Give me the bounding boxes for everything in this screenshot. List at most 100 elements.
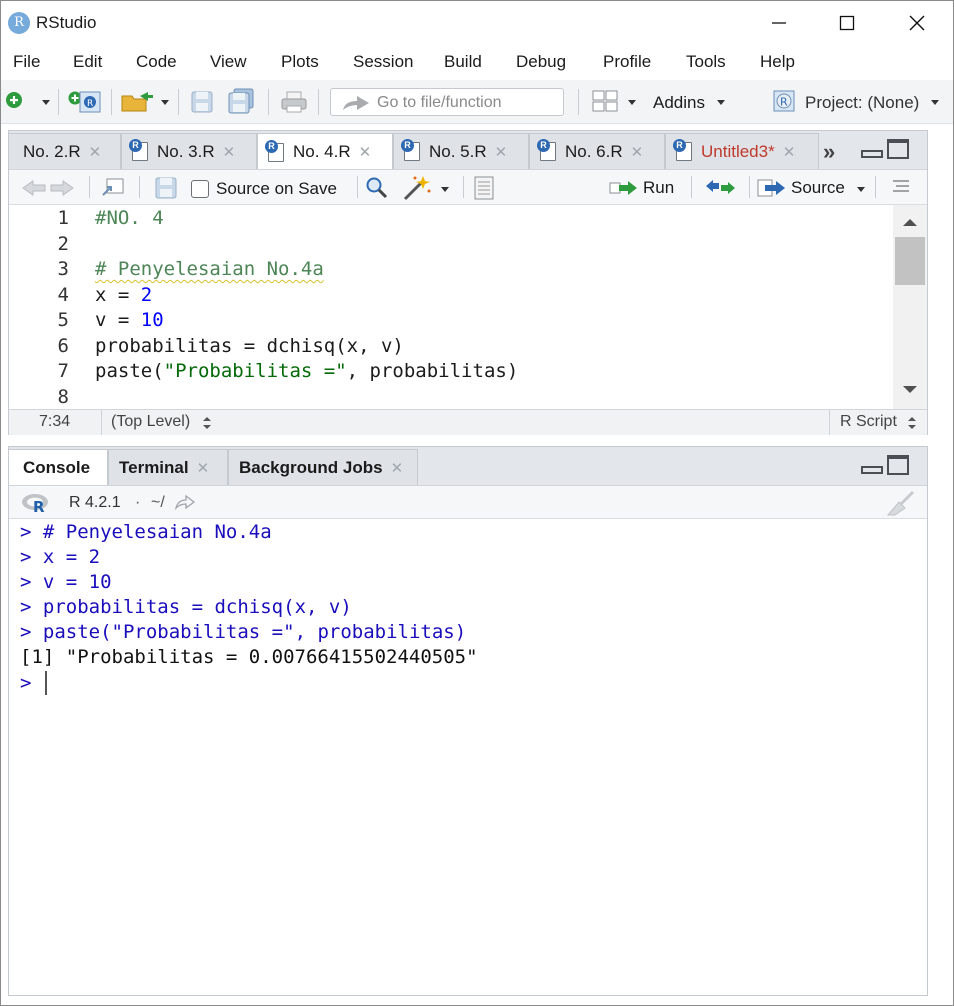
tab-no-3-r[interactable]: R No. 3.R ✕	[121, 133, 257, 169]
source-dropdown-icon[interactable]	[857, 187, 865, 192]
close-tab-icon[interactable]: ✕	[391, 459, 404, 477]
code-line: v = 10	[95, 309, 164, 331]
tab-label: Background Jobs	[239, 457, 383, 477]
file-type-updown-icon[interactable]	[907, 416, 917, 430]
menu-tools[interactable]: Tools	[686, 52, 726, 72]
tab-console[interactable]: Console	[8, 449, 108, 486]
r-file-icon: R	[265, 139, 284, 162]
pane-layout-button[interactable]	[591, 89, 619, 113]
open-file-dropdown-icon[interactable]	[161, 100, 169, 105]
source-button[interactable]: Source	[757, 175, 863, 201]
menu-edit[interactable]: Edit	[73, 52, 102, 72]
open-file-button[interactable]	[120, 90, 156, 114]
code-tools-dropdown-icon[interactable]	[441, 187, 449, 192]
document-outline-icon[interactable]	[891, 178, 911, 194]
tab-background-jobs[interactable]: Background Jobs ✕	[228, 449, 418, 485]
clear-console-broom-icon[interactable]	[885, 490, 917, 516]
rerun-icon[interactable]	[703, 178, 737, 198]
menu-plots[interactable]: Plots	[281, 52, 319, 72]
menu-build[interactable]: Build	[444, 52, 482, 72]
menu-file[interactable]: File	[13, 52, 40, 72]
r-file-icon: R	[129, 139, 148, 161]
project-selector[interactable]: Project: (None)	[805, 93, 919, 113]
go-to-directory-icon[interactable]	[174, 494, 196, 510]
console-output[interactable]: > # Penyelesaian No.4a > x = 2 > v = 10 …	[9, 519, 927, 995]
minimize-pane-icon[interactable]	[861, 466, 883, 474]
console-prompt[interactable]: >	[20, 672, 31, 694]
save-file-icon[interactable]	[155, 177, 177, 199]
editor-status-bar: 7:34 (Top Level) R Script	[9, 409, 927, 435]
minimize-button[interactable]	[748, 6, 810, 40]
save-all-button[interactable]	[228, 88, 256, 114]
run-button[interactable]: Run	[609, 175, 681, 201]
close-tab-icon[interactable]: ✕	[631, 143, 644, 161]
new-file-dropdown-icon[interactable]	[42, 100, 50, 105]
menu-profile[interactable]: Profile	[603, 52, 651, 72]
scroll-up-icon[interactable]	[902, 217, 918, 227]
open-folder-icon	[121, 92, 153, 112]
tab-no-2-r[interactable]: No. 2.R ✕	[8, 133, 121, 169]
working-directory[interactable]: ~/	[151, 494, 165, 512]
close-tab-icon[interactable]: ✕	[197, 459, 210, 477]
console-header: R R 4.2.1 · ~/	[9, 485, 927, 519]
print-button[interactable]	[280, 89, 308, 115]
code-tools-wand-icon[interactable]	[401, 174, 433, 202]
maximize-pane-icon[interactable]	[887, 455, 909, 475]
menu-code[interactable]: Code	[136, 52, 177, 72]
close-tab-icon[interactable]: ✕	[359, 143, 372, 161]
toolbar-separator	[268, 89, 269, 115]
addins-menu[interactable]: Addins	[653, 93, 705, 113]
close-tab-icon[interactable]: ✕	[89, 143, 102, 161]
new-file-button[interactable]	[4, 90, 24, 110]
save-disk-icon	[191, 91, 213, 113]
scope-updown-icon[interactable]	[202, 416, 212, 430]
addins-dropdown-icon[interactable]	[717, 100, 725, 105]
menu-help[interactable]: Help	[760, 52, 795, 72]
close-tab-icon[interactable]: ✕	[495, 143, 508, 161]
tab-no-6-r[interactable]: R No. 6.R ✕	[529, 133, 665, 169]
menu-session[interactable]: Session	[353, 52, 413, 72]
code-token: "Probabilitas ="	[163, 360, 347, 382]
show-in-window-icon[interactable]	[101, 177, 125, 199]
project-icon: R	[772, 89, 796, 113]
save-button[interactable]	[190, 90, 214, 114]
editor-scrollbar[interactable]	[893, 205, 927, 409]
scope-selector[interactable]: (Top Level)	[111, 413, 190, 431]
search-icon[interactable]	[365, 176, 389, 200]
source-label: Source	[791, 178, 845, 197]
file-type-selector[interactable]: R Script	[840, 413, 897, 431]
close-tab-icon[interactable]: ✕	[223, 143, 236, 161]
close-window-button[interactable]	[886, 6, 948, 40]
svg-text:R: R	[87, 99, 93, 109]
tab-no-5-r[interactable]: R No. 5.R ✕	[393, 133, 529, 169]
minimize-pane-icon[interactable]	[861, 150, 883, 158]
menu-view[interactable]: View	[210, 52, 247, 72]
menu-debug[interactable]: Debug	[516, 52, 566, 72]
code-editor[interactable]: 1 2 3 4 5 6 7 8 #NO. 4 # Penyelesaian No…	[9, 205, 927, 409]
more-tabs-icon[interactable]: »	[823, 139, 835, 165]
go-to-file-input[interactable]: Go to file/function	[330, 88, 564, 116]
maximize-pane-icon[interactable]	[887, 139, 909, 159]
close-tab-icon[interactable]: ✕	[783, 143, 796, 161]
tab-terminal[interactable]: Terminal ✕	[108, 449, 228, 485]
new-project-button[interactable]: R	[66, 88, 102, 114]
compile-report-icon[interactable]	[473, 176, 495, 200]
line-number: 2	[57, 233, 69, 255]
scrollbar-thumb[interactable]	[895, 237, 925, 285]
tab-untitled3[interactable]: R Untitled3* ✕	[665, 133, 819, 169]
toolbar-separator	[139, 176, 140, 198]
source-on-save-checkbox[interactable]	[191, 180, 209, 198]
tab-label: No. 6.R	[565, 141, 623, 161]
title-bar: R RStudio	[0, 0, 954, 44]
tab-no-4-r[interactable]: R No. 4.R ✕	[257, 133, 393, 170]
project-dropdown-icon[interactable]	[931, 100, 939, 105]
new-file-plus-icon	[6, 92, 22, 108]
tab-label: No. 5.R	[429, 141, 487, 161]
toolbar-separator	[749, 176, 750, 198]
maximize-button[interactable]	[816, 6, 878, 40]
nav-back-forward-icon[interactable]	[21, 180, 75, 196]
console-tab-bar: Console Terminal ✕ Background Jobs ✕	[8, 447, 927, 486]
scroll-down-icon[interactable]	[902, 385, 918, 395]
pane-layout-dropdown-icon[interactable]	[628, 100, 636, 105]
line-number: 1	[57, 207, 69, 229]
